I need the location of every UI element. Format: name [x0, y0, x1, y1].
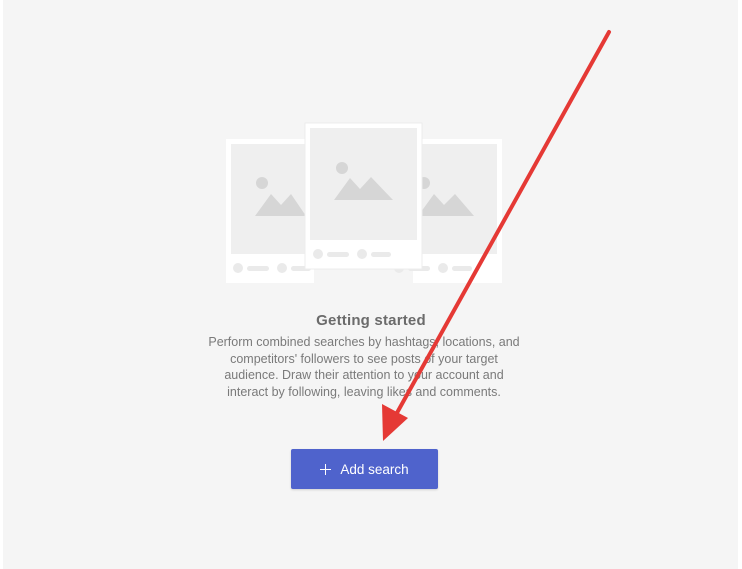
add-search-button[interactable]: Add search — [291, 449, 438, 489]
post-card-left — [226, 139, 314, 283]
empty-state-description: Perform combined searches by hashtags, l… — [208, 335, 520, 399]
plus-icon — [320, 463, 332, 475]
post-card-center — [304, 122, 423, 270]
add-search-label: Add search — [340, 461, 409, 477]
empty-state-title: Getting started — [316, 312, 426, 329]
